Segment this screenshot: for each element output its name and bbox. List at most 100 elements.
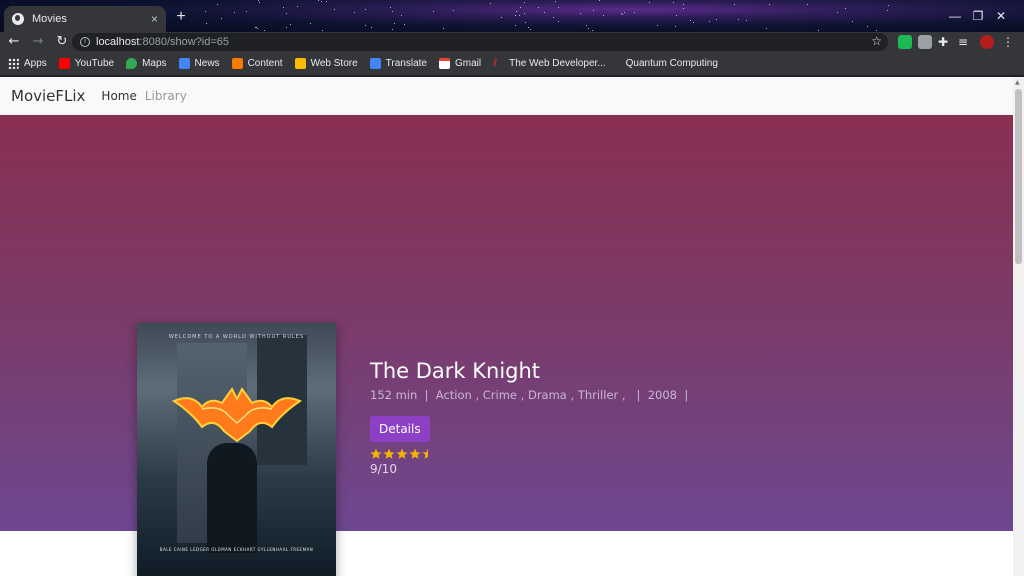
maps-pin-icon <box>126 58 138 69</box>
tab-close-icon[interactable]: × <box>151 12 158 26</box>
star-dot <box>443 28 444 29</box>
star-dot <box>766 28 767 29</box>
bookmark-web-developer[interactable]: ℓ The Web Developer... <box>493 58 606 69</box>
close-window-button[interactable]: ✕ <box>978 0 1024 32</box>
star-dot <box>528 27 529 28</box>
bat-symbol-fire-icon <box>172 387 302 443</box>
bookmark-label: Web Store <box>310 58 358 69</box>
extension-icon[interactable] <box>918 35 932 49</box>
movie-runtime: 152 min <box>370 388 418 402</box>
star-dot <box>490 3 491 4</box>
star-dot <box>217 4 218 5</box>
bookmark-maps[interactable]: Maps <box>126 58 167 69</box>
forward-arrow-icon[interactable]: → <box>28 32 48 52</box>
page-viewport: MovieFLix Home Library WELCOME TO A WORL… <box>0 77 1024 576</box>
translate-icon <box>369 58 381 69</box>
star-dot <box>634 12 635 13</box>
star-dot <box>675 26 676 27</box>
bookmarks-bar: Apps YouTube Maps News Content Web Store… <box>0 52 1024 76</box>
star-dot <box>845 8 846 9</box>
bookmark-gmail[interactable]: Gmail <box>438 58 482 69</box>
movie-year: 2008 <box>647 388 678 402</box>
star-dot <box>599 0 600 1</box>
tab-title: Movies <box>32 13 67 25</box>
meta-separator: | <box>629 388 645 402</box>
star-dot <box>538 7 539 8</box>
star-dot <box>255 27 256 28</box>
bookmark-apps[interactable]: Apps <box>8 58 47 69</box>
details-button[interactable]: Details <box>370 416 430 442</box>
url-path: :8080/show?id=65 <box>139 36 230 48</box>
bookmark-web-store[interactable]: Web Store <box>294 58 358 69</box>
star-dot <box>297 6 298 7</box>
browser-titlebar: Movies × + — ❐ ✕ <box>0 0 1024 32</box>
bookmark-label: Apps <box>24 58 47 69</box>
poster-cast: BALE CAINE LEDGER OLDMAN ECKHART GYLLENH… <box>159 547 314 552</box>
puzzle-icon[interactable]: ✚ <box>938 35 952 49</box>
bookmark-content[interactable]: Content <box>231 58 283 69</box>
star-dot <box>433 11 434 12</box>
back-arrow-icon[interactable]: ← <box>4 32 24 52</box>
rating-text: 9/10 <box>370 462 397 476</box>
bookmark-label: Quantum Computing <box>625 58 718 69</box>
youtube-icon <box>58 58 70 69</box>
menu-dots-icon[interactable]: ⋮ <box>1002 35 1016 49</box>
reload-icon[interactable]: ↻ <box>52 32 72 52</box>
star-dot <box>716 19 717 20</box>
shield-extension-icon[interactable] <box>898 35 912 49</box>
star-dot <box>516 11 517 12</box>
reading-list-icon[interactable]: ≡ <box>958 35 972 49</box>
address-bar[interactable]: i localhost:8080/show?id=65 ☆ <box>72 33 888 51</box>
star-dot <box>205 11 206 12</box>
bookmark-label: Translate <box>385 58 427 69</box>
meta-separator: | <box>680 388 689 402</box>
nav-library[interactable]: Library <box>145 89 187 103</box>
star-dot <box>334 9 335 10</box>
news-icon <box>178 58 190 69</box>
bookmark-news[interactable]: News <box>178 58 220 69</box>
movie-meta: 152 min | Action , Crime , Drama , Thril… <box>370 388 688 402</box>
star-dot <box>322 30 323 31</box>
star-dot <box>709 21 710 22</box>
star-dot <box>392 29 393 30</box>
content-icon <box>231 58 243 69</box>
star-dot <box>603 15 604 16</box>
star-half-icon <box>422 448 428 459</box>
star-dot <box>690 20 691 21</box>
tab-movies[interactable]: Movies × <box>4 6 166 32</box>
bookmark-star-icon[interactable]: ☆ <box>871 34 882 48</box>
avatar[interactable] <box>980 35 994 49</box>
web-developer-icon: ℓ <box>493 58 498 69</box>
info-icon[interactable]: i <box>80 37 90 47</box>
page-scrollbar[interactable]: ▲ <box>1013 77 1024 576</box>
star-dot <box>310 23 311 24</box>
star-dot <box>524 2 525 3</box>
star-dot <box>592 30 593 31</box>
scrollbar-thumb[interactable] <box>1015 89 1022 264</box>
site-brand[interactable]: MovieFLix <box>11 87 85 105</box>
star-dot <box>365 9 366 10</box>
star-dot <box>519 15 520 16</box>
bookmark-label: Gmail <box>454 58 482 69</box>
star-dot <box>515 25 516 26</box>
star-dot <box>657 25 658 26</box>
star-dot <box>746 20 747 21</box>
url-host: localhost <box>96 36 140 48</box>
star-dot <box>837 12 838 13</box>
bookmark-label: The Web Developer... <box>509 58 606 69</box>
bookmark-label: YouTube <box>74 58 115 69</box>
star-dot <box>876 30 877 31</box>
scroll-up-arrow-icon[interactable]: ▲ <box>1015 79 1020 86</box>
star-dot <box>401 15 402 16</box>
star-dot <box>558 7 559 8</box>
star-dot <box>525 22 526 23</box>
movie-title: The Dark Knight <box>370 359 541 383</box>
star-full-icon <box>396 448 408 459</box>
nav-home[interactable]: Home <box>101 89 136 103</box>
new-tab-button[interactable]: + <box>172 8 190 26</box>
bookmark-quantum-computing[interactable]: Quantum Computing <box>626 58 718 69</box>
bookmark-translate[interactable]: Translate <box>369 58 427 69</box>
bookmark-youtube[interactable]: YouTube <box>58 58 115 69</box>
star-dot <box>404 24 405 25</box>
star-full-icon <box>370 448 382 459</box>
